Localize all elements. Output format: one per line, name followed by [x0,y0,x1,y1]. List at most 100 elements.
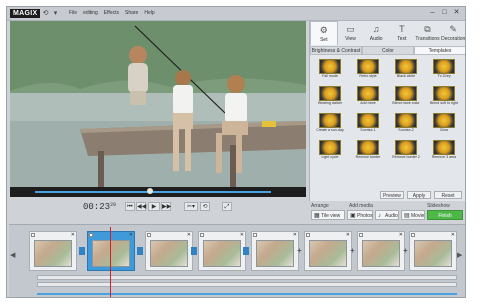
close-icon[interactable]: ✕ [187,232,191,238]
timecode-frames: 20 [110,202,117,208]
clip-checkbox[interactable] [359,233,363,237]
clip-checkbox[interactable] [253,233,257,237]
previous-button[interactable]: ⏮ [125,202,135,211]
tab-text[interactable]: T Text [389,21,415,45]
template-item[interactable]: Sunrise-1 [351,112,385,138]
quick-access-icon[interactable]: ⟲ [41,9,50,18]
template-item[interactable]: Fall mode [313,58,347,84]
movie-button[interactable]: ▤ Movie [401,210,425,220]
transition-icon[interactable] [243,247,249,255]
video-preview[interactable] [10,21,306,187]
close-icon[interactable]: ✕ [129,232,133,238]
minimize-icon[interactable]: – [427,8,438,18]
fast-forward-button[interactable]: ▶▶ [161,202,171,211]
undo-button[interactable]: ⟲ [200,202,210,211]
menu-editing[interactable]: editing [83,9,98,18]
scrubber-handle[interactable] [147,188,153,194]
storyboard-clip[interactable]: ✕ [357,231,405,271]
close-icon[interactable]: ✕ [240,232,244,238]
template-thumbnail [319,86,341,101]
template-item[interactable]: Remove 3 area [427,139,461,165]
clip-thumbnail [362,240,400,267]
clip-length-bar[interactable] [37,275,457,280]
clip-checkbox[interactable] [147,233,151,237]
maximize-icon[interactable]: □ [439,8,450,18]
storyboard-clip[interactable]: ✕ [198,231,246,271]
transition-icon[interactable] [191,247,197,255]
close-icon[interactable]: ✕ [451,8,462,18]
template-item[interactable]: Light cycle [313,139,347,165]
tab-decoration[interactable]: ✎ Decoration [440,21,465,45]
preview-button[interactable]: Preview [380,191,404,199]
transition-icon[interactable] [137,247,143,255]
movie-icon: ▤ [404,213,410,219]
subtab-templates[interactable]: Templates [414,46,465,55]
template-label: Light cycle [321,155,339,159]
template-label: Glow [439,128,449,132]
add-transition-icon[interactable]: + [350,246,355,255]
play-button[interactable]: ▶ [148,202,160,211]
template-item[interactable]: Wearing darker [313,85,347,111]
template-label: Black white [396,74,416,78]
storyboard-clip[interactable]: ✕ [145,231,193,271]
template-item[interactable]: Blend more color [389,85,423,111]
menu-share[interactable]: Share [125,9,138,18]
close-icon[interactable]: ✕ [346,232,350,238]
menu-effects[interactable]: Effects [104,9,119,18]
clip-checkbox[interactable] [306,233,310,237]
subtab-color[interactable]: Color [362,46,414,55]
storyboard-clip[interactable]: ✕ [304,231,352,271]
apply-button[interactable]: Apply [407,191,431,199]
add-transition-icon[interactable]: + [403,246,408,255]
tab-set[interactable]: ⚙ Set [310,21,338,45]
template-item[interactable]: Glow [427,112,461,138]
audio-button[interactable]: ♪ Audio [375,210,399,220]
template-item[interactable]: Blend soft to right [427,85,461,111]
menu-help[interactable]: Help [144,9,154,18]
clip-thumbnail [92,240,130,267]
template-item[interactable]: Remove border [351,139,385,165]
template-item[interactable]: Retro style [351,58,385,84]
rewind-button[interactable]: ◀◀ [136,202,146,211]
photos-button[interactable]: ▣ Photos [347,210,373,220]
close-icon[interactable]: ✕ [293,232,297,238]
storyboard-clip[interactable]: ✕ [251,231,299,271]
menu-file[interactable]: File [69,9,77,18]
clip-checkbox[interactable] [31,233,35,237]
storyboard-clip[interactable]: ✕ [29,231,77,271]
transition-icon[interactable] [79,247,85,255]
storyboard-clip[interactable]: ✕ [409,231,457,271]
close-icon[interactable]: ✕ [399,232,403,238]
template-item[interactable]: Remove border 2 [389,139,423,165]
dropdown-icon[interactable]: ▾ [51,9,60,18]
tile-view-button[interactable]: ▦ Tile view [311,210,345,220]
scroll-right-icon[interactable]: ▶ [457,251,462,259]
timeline-scrollbar[interactable] [37,293,457,295]
template-item[interactable]: Sunrise-2 [389,112,423,138]
scrubber-track[interactable] [35,191,271,193]
clip-checkbox[interactable] [89,233,93,237]
template-label: Wearing darker [317,101,343,105]
subtab-brightness-contrast[interactable]: Brightness & Contrast [310,46,362,55]
preview-scrubber[interactable] [10,187,306,197]
close-icon[interactable]: ✕ [451,232,455,238]
fullscreen-button[interactable]: ⤢ [222,202,232,211]
reset-button[interactable]: Reset [434,191,462,199]
audio-track-bar[interactable] [37,282,457,287]
playhead-marker[interactable] [110,227,111,297]
add-transition-icon[interactable]: + [297,246,302,255]
clip-checkbox[interactable] [200,233,204,237]
template-item[interactable]: Black white [389,58,423,84]
template-item[interactable]: Add more [351,85,385,111]
finish-button[interactable]: Finish [427,210,463,220]
tab-transitions[interactable]: ⧉ Transitions [415,21,441,45]
close-icon[interactable]: ✕ [71,232,75,238]
clip-checkbox[interactable] [411,233,415,237]
storyboard-clip[interactable]: ✕ [87,231,135,271]
cut-button[interactable]: ✂▾ [184,202,198,211]
template-item[interactable]: TV-Grey [427,58,461,84]
scroll-left-icon[interactable]: ◀ [10,251,15,259]
tab-audio[interactable]: ♫ Audio [363,21,389,45]
template-item[interactable]: Create a sun-day [313,112,347,138]
tab-view[interactable]: ▭ View [338,21,364,45]
